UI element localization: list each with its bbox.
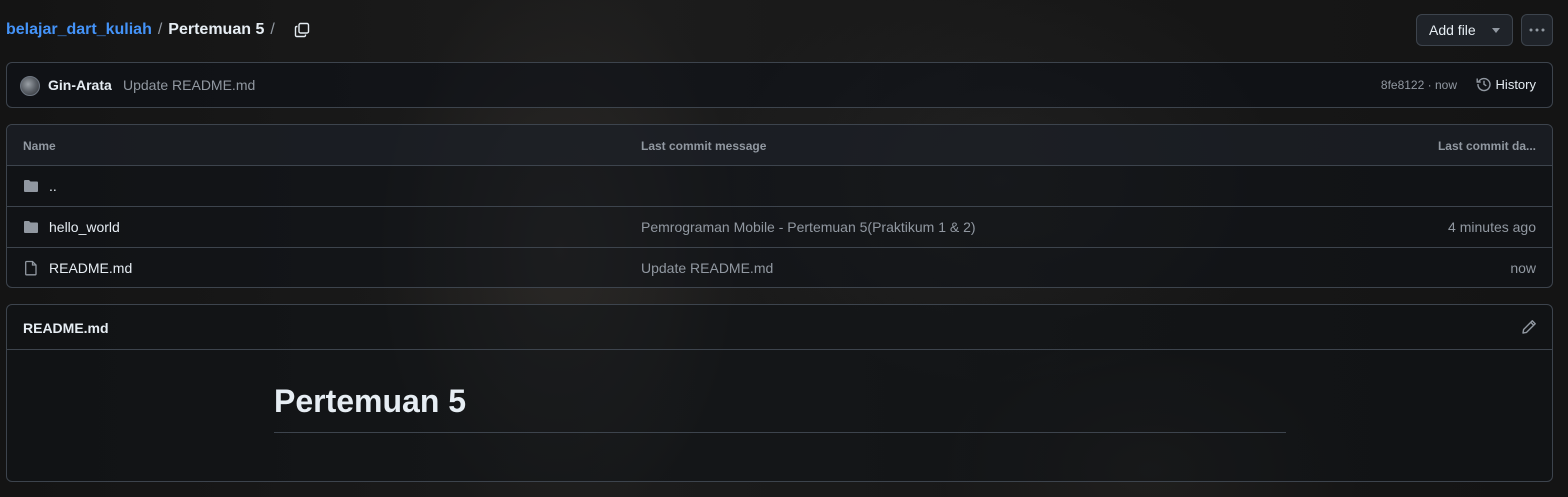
column-header-name: Name <box>23 139 56 153</box>
file-icon <box>25 260 37 276</box>
history-label: History <box>1495 76 1536 92</box>
pencil-icon[interactable] <box>1521 319 1537 335</box>
readme-heading-divider <box>274 432 1286 433</box>
commit-author-link[interactable]: Gin-Arata <box>48 77 112 93</box>
file-name-link[interactable]: README.md <box>49 260 132 276</box>
file-table-header: Name Last commit message Last commit da.… <box>7 125 1552 166</box>
breadcrumb: belajar_dart_kuliah / Pertemuan 5 / <box>6 19 315 41</box>
add-file-button[interactable]: Add file <box>1416 14 1513 46</box>
file-commit-message-link[interactable]: Update README.md <box>641 260 773 276</box>
file-name-link[interactable]: .. <box>49 178 57 194</box>
commit-meta-dot: · <box>1427 78 1432 92</box>
avatar[interactable] <box>20 76 40 96</box>
commit-sha-link[interactable]: 8fe8122 <box>1381 78 1424 92</box>
file-name-link[interactable]: hello_world <box>49 219 120 235</box>
kebab-horizontal-icon <box>1529 28 1545 32</box>
commit-time: now <box>1434 78 1457 92</box>
copy-icon <box>294 22 309 38</box>
breadcrumb-repo-link[interactable]: belajar_dart_kuliah <box>6 21 152 39</box>
folder-icon <box>24 221 38 233</box>
history-button[interactable]: History <box>1476 76 1536 92</box>
file-commit-date: 4 minutes ago <box>1448 219 1536 235</box>
latest-commit-bar: Gin-Arata Update README.md 8fe8122 · now… <box>6 62 1553 108</box>
commit-message-link[interactable]: Update README.md <box>123 77 255 93</box>
caret-down-icon <box>1492 28 1500 33</box>
file-commit-date: now <box>1510 260 1536 276</box>
table-row[interactable]: README.md Update README.md now <box>7 248 1552 287</box>
breadcrumb-current-dir: Pertemuan 5 <box>168 21 265 38</box>
file-commit-message-link[interactable]: Pemrograman Mobile - Pertemuan 5(Praktik… <box>641 219 976 235</box>
commit-meta: 8fe8122 · now <box>1381 78 1457 92</box>
file-table: Name Last commit message Last commit da.… <box>6 124 1553 288</box>
add-file-label: Add file <box>1429 22 1476 38</box>
breadcrumb-trailing-separator: / <box>270 21 275 38</box>
copy-path-button[interactable] <box>289 17 315 43</box>
table-row-parent-dir[interactable]: .. <box>7 166 1552 207</box>
breadcrumb-separator: / <box>157 21 163 38</box>
readme-header: README.md <box>7 305 1552 350</box>
history-icon <box>1476 77 1491 92</box>
repo-header: belajar_dart_kuliah / Pertemuan 5 / Add … <box>0 0 1568 60</box>
readme-panel: README.md Pertemuan 5 <box>6 304 1553 482</box>
readme-filename-link[interactable]: README.md <box>23 320 109 336</box>
column-header-date: Last commit da... <box>1437 139 1536 153</box>
readme-heading: Pertemuan 5 <box>274 383 467 419</box>
folder-icon <box>24 180 38 192</box>
more-options-button[interactable] <box>1521 14 1553 46</box>
column-header-message: Last commit message <box>641 139 767 153</box>
table-row[interactable]: hello_world Pemrograman Mobile - Pertemu… <box>7 207 1552 248</box>
